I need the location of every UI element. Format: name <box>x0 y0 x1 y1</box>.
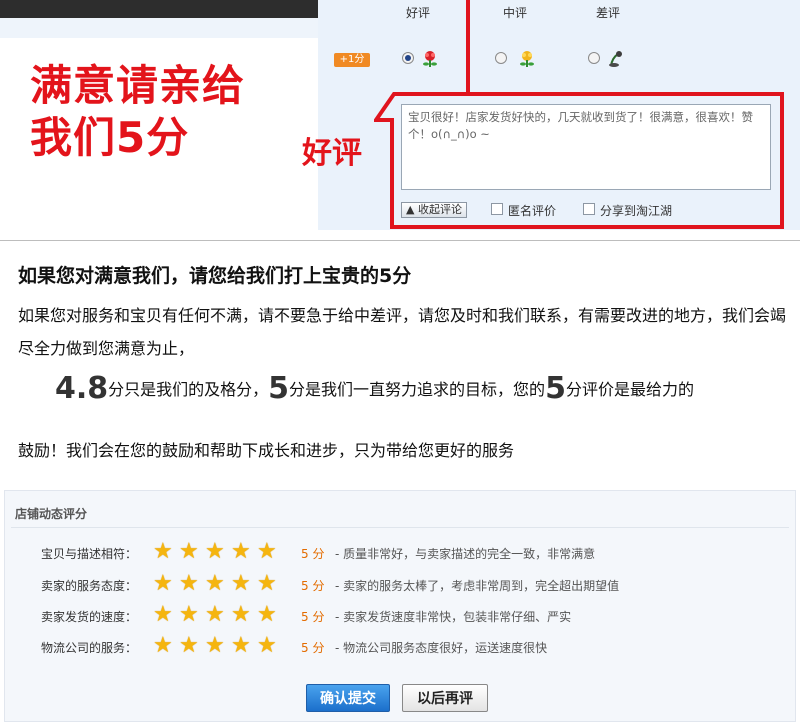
divider <box>11 527 789 528</box>
star-icon[interactable]: ★ <box>231 604 252 626</box>
col-bad-label: 差评 <box>596 6 621 20</box>
annotation-frame-top <box>466 92 784 96</box>
rating-desc: - 质量非常好，与卖家描述的完全一致，非常满意 <box>335 547 596 561</box>
rating-score: 5 分 <box>301 641 325 655</box>
star-rating[interactable]: ★ ★ ★ ★ ★ <box>153 604 283 626</box>
appeal-tail: 鼓励！我们会在您的鼓励和帮助下成长和进步，只为带给您更好的服务 <box>18 441 515 460</box>
radio-mid[interactable] <box>495 52 507 64</box>
col-good-label: 好评 <box>406 6 431 20</box>
annotation-frame-left-top <box>466 0 470 96</box>
yellow-flower-icon <box>520 51 534 67</box>
star-icon[interactable]: ★ <box>179 635 200 657</box>
score-4-8: 4.8 <box>55 371 109 406</box>
appeal-headline: 如果您对满意我们，请您给我们打上宝贵的5分 <box>18 265 412 287</box>
plus-one-badge: +1分 <box>334 53 370 67</box>
rating-desc: - 物流公司服务态度很好，运送速度很快 <box>335 641 548 655</box>
star-icon[interactable]: ★ <box>205 541 226 563</box>
collapse-label: 收起评论 <box>417 203 462 216</box>
star-icon[interactable]: ★ <box>231 635 252 657</box>
red-flower-icon <box>423 51 437 67</box>
star-icon[interactable]: ★ <box>179 604 200 626</box>
star-icon[interactable]: ★ <box>257 573 278 595</box>
annotation-frame-bottom <box>390 225 784 229</box>
star-icon[interactable]: ★ <box>205 635 226 657</box>
share-checkbox[interactable] <box>583 203 595 215</box>
slogan: 满意请亲给 我们5分 <box>30 60 245 164</box>
triangle-up-icon: ▲ <box>406 203 415 216</box>
star-rating[interactable]: ★ ★ ★ ★ ★ <box>153 635 283 657</box>
star-icon[interactable]: ★ <box>179 573 200 595</box>
star-icon[interactable]: ★ <box>231 573 252 595</box>
radio-bad[interactable] <box>588 52 600 64</box>
star-icon[interactable]: ★ <box>153 573 174 595</box>
rating-banner: 满意请亲给 我们5分 好评 中评 差评 +1分 好评 宝贝很好！店家发货好快的，… <box>0 0 800 238</box>
score-explanation: 4.8分只是我们的及格分，5分是我们一直努力追求的目标，您的5分评价是最给力的 <box>55 371 694 406</box>
rating-label: 卖家发货的速度： <box>41 610 138 624</box>
confirm-submit-button[interactable]: 确认提交 <box>306 684 390 712</box>
rate-later-button[interactable]: 以后再评 <box>402 684 488 712</box>
shop-ratings: 店铺动态评分 宝贝与描述相符： ★ ★ ★ ★ ★ 5 分 - 质量非常好，与卖家描述的… <box>4 490 796 722</box>
comment-textarea[interactable]: 宝贝很好！店家发货好快的，几天就收到货了！很满意，很喜欢！赞个！o(∩_∩)o … <box>401 104 771 190</box>
star-rating[interactable]: ★ ★ ★ ★ ★ <box>153 541 283 563</box>
star-icon[interactable]: ★ <box>153 604 174 626</box>
share-label: 分享到淘江湖 <box>600 204 673 218</box>
top-dark-strip <box>0 0 318 18</box>
star-icon[interactable]: ★ <box>205 573 226 595</box>
rating-row: 物流公司的服务： ★ ★ ★ ★ ★ 5 分 - 物流公司服务态度很好，运送速度很快 <box>5 633 795 663</box>
star-icon[interactable]: ★ <box>205 604 226 626</box>
score-text-1: 分只是我们的及格分， <box>108 380 269 399</box>
col-mid-label: 中评 <box>503 6 528 20</box>
star-icon[interactable]: ★ <box>153 635 174 657</box>
score-text-3: 分评价是最给力的 <box>565 380 694 399</box>
rating-row: 宝贝与描述相符： ★ ★ ★ ★ ★ 5 分 - 质量非常好，与卖家描述的完全一致，非常… <box>5 539 795 569</box>
star-icon[interactable]: ★ <box>257 604 278 626</box>
star-rating[interactable]: ★ ★ ★ ★ ★ <box>153 573 283 595</box>
rating-row: 卖家发货的速度： ★ ★ ★ ★ ★ 5 分 - 卖家发货速度非常快，包装非常仔细、严实 <box>5 602 795 632</box>
score-text-2: 分是我们一直努力追求的目标，您的 <box>289 380 546 399</box>
anonymous-checkbox[interactable] <box>491 203 503 215</box>
rating-desc: - 卖家的服务太棒了，考虑非常周到，完全超出期望值 <box>335 579 620 593</box>
star-icon[interactable]: ★ <box>153 541 174 563</box>
slogan-line-2: 我们5分 <box>30 113 190 162</box>
top-blue-strip <box>0 18 318 38</box>
star-icon[interactable]: ★ <box>257 541 278 563</box>
anonymous-label: 匿名评价 <box>508 204 557 218</box>
rating-score: 5 分 <box>301 547 325 561</box>
score-5-a: 5 <box>268 371 290 406</box>
star-icon[interactable]: ★ <box>179 541 200 563</box>
haoping-tag: 好评 <box>302 136 362 171</box>
rating-label: 物流公司的服务： <box>41 641 138 655</box>
rating-score: 5 分 <box>301 579 325 593</box>
ratings-title: 店铺动态评分 <box>15 507 88 521</box>
annotation-frame-right <box>780 92 784 229</box>
appeal-section: 如果您对满意我们，请您给我们打上宝贵的5分 如果您对服务和宝贝有任何不满，请不要… <box>0 240 800 480</box>
rating-label: 卖家的服务态度： <box>41 579 138 593</box>
star-icon[interactable]: ★ <box>231 541 252 563</box>
rating-row: 卖家的服务态度： ★ ★ ★ ★ ★ 5 分 - 卖家的服务太棒了，考虑非常周到，完全超… <box>5 571 795 601</box>
annotation-frame-left <box>390 118 394 229</box>
wilted-flower-icon <box>609 51 622 67</box>
appeal-paragraph: 如果您对服务和宝贝有任何不满，请不要急于给中差评，请您及时和我们联系，有需要改进… <box>18 306 787 358</box>
rating-desc: - 卖家发货速度非常快，包装非常仔细、严实 <box>335 610 572 624</box>
radio-good[interactable] <box>402 52 414 64</box>
score-5-b: 5 <box>545 371 566 406</box>
slogan-line-1: 满意请亲给 <box>30 61 246 110</box>
rating-score: 5 分 <box>301 610 325 624</box>
star-icon[interactable]: ★ <box>257 635 278 657</box>
collapse-comment-button[interactable]: ▲ 收起评论 <box>401 202 467 218</box>
rating-label: 宝贝与描述相符： <box>41 547 138 561</box>
